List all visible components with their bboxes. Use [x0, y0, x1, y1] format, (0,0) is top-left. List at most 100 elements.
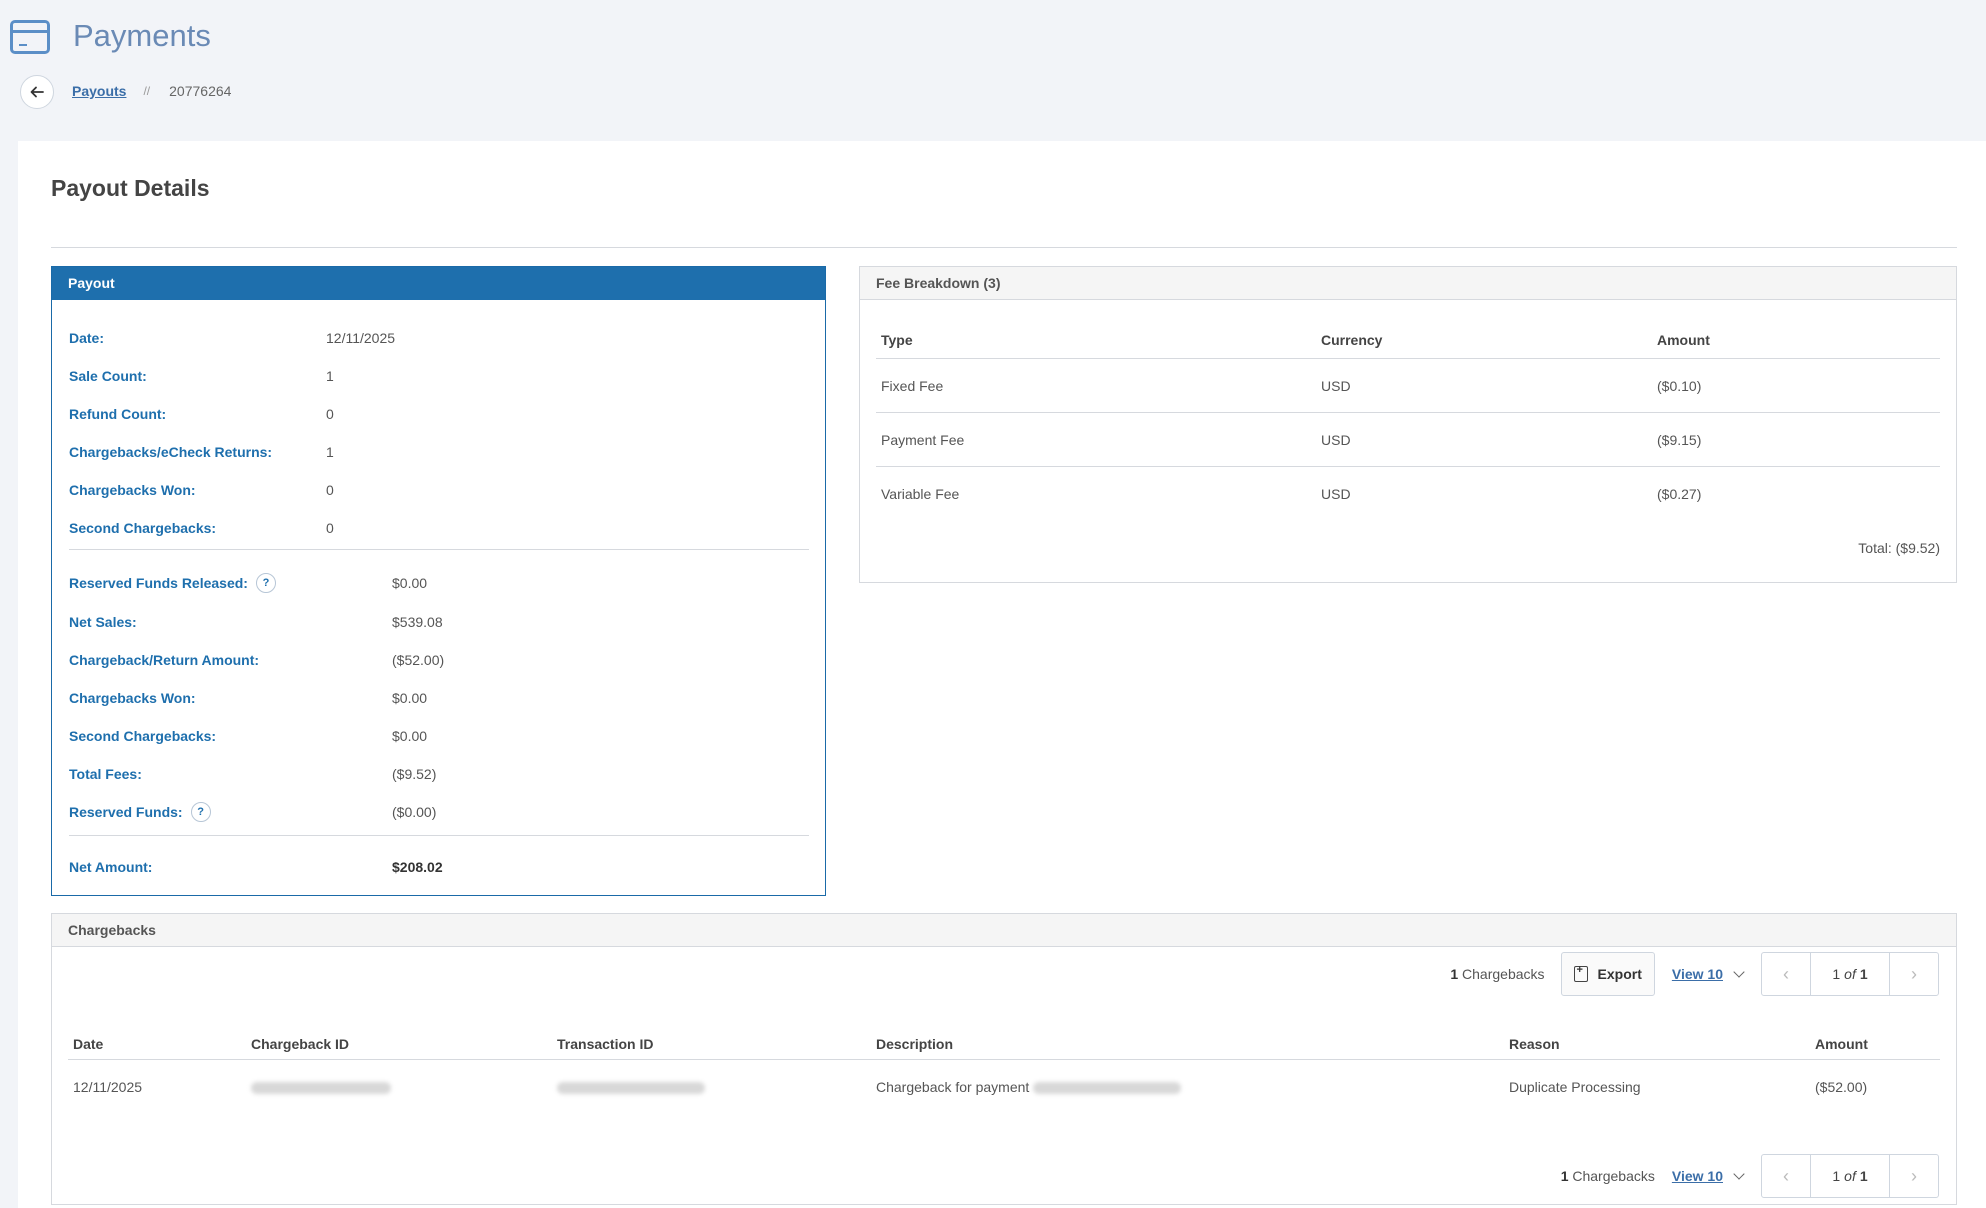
chargeback-date-cell: 12/11/2025	[73, 1078, 143, 1095]
refund-count-row: Refund Count: 0	[69, 406, 334, 422]
total-fees-row: Total Fees: ($9.52)	[69, 766, 436, 782]
table-row: Fixed Fee USD ($0.10)	[876, 359, 1940, 413]
pagination: ‹ 1 of 1 ›	[1761, 952, 1939, 996]
chargeback-id-cell	[246, 1079, 552, 1095]
refund-count-label: Refund Count:	[69, 406, 167, 422]
payout-date-value: 12/11/2025	[326, 330, 396, 346]
reserved-funds-label: Reserved Funds:	[69, 804, 183, 820]
chevron-down-icon	[1733, 965, 1745, 978]
second-chargebacks-amount-value: $0.00	[392, 728, 428, 744]
reserved-funds-row: Reserved Funds: ? ($0.00)	[69, 802, 436, 822]
chargeback-return-row: Chargeback/Return Amount: ($52.00)	[69, 652, 444, 668]
chargebacks-echeck-label: Chargebacks/eCheck Returns:	[69, 444, 273, 460]
payout-card-header: Payout	[52, 267, 825, 300]
chargebacks-header: Chargebacks	[52, 914, 1956, 947]
chargebacks-won-count-value: 0	[326, 482, 334, 498]
fee-table: Type Currency Amount Fixed Fee USD ($0.1…	[876, 322, 1940, 521]
redacted-value	[251, 1081, 391, 1094]
breadcrumb-current: 20776264	[169, 83, 232, 99]
redacted-value	[1033, 1081, 1182, 1094]
prev-page-button[interactable]: ‹	[1762, 1155, 1810, 1197]
content-panel: Payout Details Payout Date: 12/11/2025 S…	[18, 141, 1986, 1208]
divider	[69, 835, 809, 836]
page-size-label: View 10	[1671, 1168, 1723, 1184]
fee-type-cell: Variable Fee	[881, 486, 960, 502]
fee-type-cell: Payment Fee	[881, 431, 965, 448]
chargebacks-count-label: Chargebacks	[1572, 1168, 1655, 1184]
second-chargebacks-count-label: Second Chargebacks:	[69, 520, 217, 536]
breadcrumb-payouts-link[interactable]: Payouts	[72, 83, 126, 99]
page-size-select[interactable]: View 10	[1671, 1167, 1745, 1184]
app-title: Payments	[73, 18, 211, 53]
net-sales-label: Net Sales:	[69, 614, 137, 630]
breadcrumb-separator: //	[143, 84, 151, 98]
chargebacks-count-number: 1	[1450, 966, 1459, 982]
column-header-transaction-id: Transaction ID	[557, 1035, 654, 1052]
fee-breakdown-card: Fee Breakdown (3) Type Currency Amount F…	[859, 266, 1957, 583]
back-button[interactable]	[20, 75, 54, 109]
chargebacks-count: 1 Chargebacks	[1561, 1168, 1655, 1184]
prev-page-button[interactable]: ‹	[1762, 953, 1810, 995]
page-of: of	[1844, 1168, 1856, 1184]
table-row: 12/11/2025 Chargeback for payment Duplic…	[68, 1060, 1940, 1113]
refund-count-value: 0	[326, 406, 334, 422]
reserved-released-value: $0.00	[392, 575, 428, 591]
export-file-icon	[1573, 964, 1588, 982]
reason-cell: Duplicate Processing	[1509, 1078, 1641, 1095]
sale-count-row: Sale Count: 1	[69, 368, 334, 384]
reserved-released-row: Reserved Funds Released: ? $0.00	[69, 573, 427, 593]
arrow-left-icon	[30, 86, 44, 98]
payout-date-row: Date: 12/11/2025	[69, 330, 395, 346]
sale-count-value: 1	[326, 368, 334, 384]
sale-count-label: Sale Count:	[69, 368, 147, 384]
column-header-reason: Reason	[1509, 1035, 1560, 1052]
chargebacks-card: Chargebacks 1 Chargebacks Export View 10…	[51, 913, 1957, 1205]
description-text: Chargeback for payment	[876, 1078, 1030, 1095]
fee-currency-cell: USD	[1321, 486, 1351, 502]
help-icon[interactable]: ?	[255, 573, 276, 593]
page-size-select[interactable]: View 10	[1672, 965, 1745, 982]
table-header: Type Currency Amount	[876, 322, 1940, 359]
next-page-button[interactable]: ›	[1890, 953, 1938, 995]
second-chargebacks-amount-label: Second Chargebacks:	[69, 728, 217, 744]
net-sales-value: $539.08	[392, 614, 443, 630]
chargebacks-echeck-row: Chargebacks/eCheck Returns: 1	[69, 444, 334, 460]
divider	[69, 549, 809, 550]
column-header-description: Description	[876, 1035, 954, 1052]
export-label: Export	[1597, 966, 1642, 982]
chargebacks-won-count-row: Chargebacks Won: 0	[69, 482, 334, 498]
column-header-type: Type	[881, 332, 913, 348]
column-header-chargeback-id: Chargeback ID	[251, 1035, 350, 1052]
fee-amount-cell: ($0.27)	[1657, 486, 1702, 502]
column-header-amount: Amount	[1657, 332, 1710, 348]
fee-amount-cell: ($0.10)	[1657, 377, 1702, 394]
chargebacks-echeck-value: 1	[326, 444, 334, 460]
page-of: of	[1844, 966, 1856, 982]
chargeback-amount-cell: ($52.00)	[1815, 1078, 1868, 1095]
fee-currency-cell: USD	[1321, 431, 1351, 448]
credit-card-icon	[10, 20, 50, 54]
fee-currency-cell: USD	[1321, 377, 1351, 394]
page-indicator: 1 of 1	[1810, 953, 1890, 995]
total-fees-label: Total Fees:	[69, 766, 142, 782]
next-page-button[interactable]: ›	[1890, 1155, 1938, 1197]
page-total: 1	[1859, 1168, 1868, 1184]
net-amount-row: Net Amount: $208.02	[69, 859, 443, 875]
column-header-currency: Currency	[1321, 332, 1383, 348]
chargebacks-won-count-label: Chargebacks Won:	[69, 482, 196, 498]
export-button[interactable]: Export	[1560, 952, 1655, 996]
chargebacks-won-amount-value: $0.00	[392, 690, 428, 706]
chargebacks-toolbar-bottom: 1 Chargebacks View 10 ‹ 1 of 1 ›	[1561, 1154, 1939, 1198]
payout-card: Payout Date: 12/11/2025 Sale Count: 1 Re…	[51, 266, 826, 896]
second-chargebacks-amount-row: Second Chargebacks: $0.00	[69, 728, 427, 744]
page-indicator: 1 of 1	[1810, 1155, 1890, 1197]
total-fees-value: ($9.52)	[392, 766, 437, 782]
net-amount-label: Net Amount:	[69, 859, 153, 875]
page-current: 1	[1832, 966, 1841, 982]
chargebacks-table: Date Chargeback ID Transaction ID Descri…	[68, 1028, 1940, 1113]
fee-amount-cell: ($9.15)	[1657, 431, 1702, 448]
pagination: ‹ 1 of 1 ›	[1761, 1154, 1939, 1198]
help-icon[interactable]: ?	[190, 802, 211, 822]
chargeback-return-value: ($52.00)	[392, 652, 445, 668]
table-row: Payment Fee USD ($9.15)	[876, 413, 1940, 467]
